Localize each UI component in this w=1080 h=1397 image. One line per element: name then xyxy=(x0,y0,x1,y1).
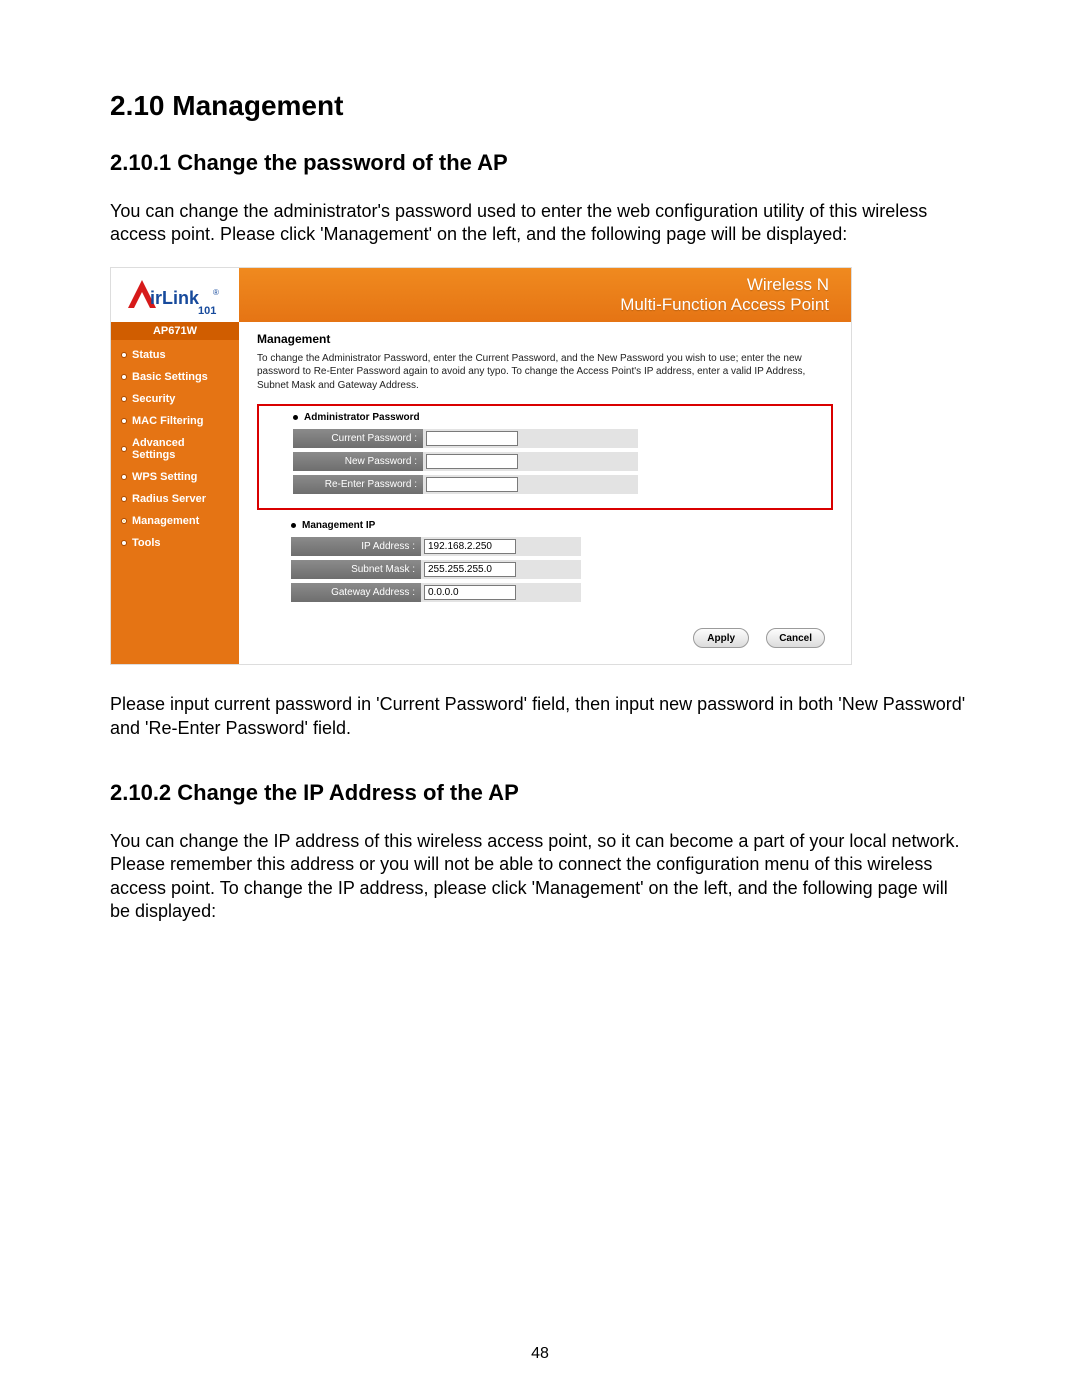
banner-line2: Multi-Function Access Point xyxy=(620,295,829,315)
current-password-label: Current Password : xyxy=(293,429,423,448)
reenter-password-input[interactable] xyxy=(426,477,518,492)
nav-label: Tools xyxy=(132,537,161,549)
sidebar-nav: AP671W Status Basic Settings Security MA… xyxy=(111,322,239,665)
main-panel: Management To change the Administrator P… xyxy=(239,322,851,665)
nav-item-management[interactable]: Management xyxy=(111,510,239,532)
nav-label: Security xyxy=(132,393,175,405)
new-password-input[interactable] xyxy=(426,454,518,469)
management-ip-section: Management IP IP Address : Subnet Mask :… xyxy=(257,520,833,602)
nav-label: Radius Server xyxy=(132,493,206,505)
subsection-heading-1: 2.10.1 Change the password of the AP xyxy=(110,150,970,176)
nav-label: Advanced Settings xyxy=(132,437,231,461)
bullet-icon xyxy=(121,474,127,480)
bullet-icon xyxy=(121,374,127,380)
section-header-ip: Management IP xyxy=(291,520,833,531)
reenter-password-label: Re-Enter Password : xyxy=(293,475,423,494)
current-password-input[interactable] xyxy=(426,431,518,446)
banner: Wireless N Multi-Function Access Point xyxy=(239,268,851,322)
nav-item-tools[interactable]: Tools xyxy=(111,532,239,554)
ip-address-label: IP Address : xyxy=(291,537,421,556)
bullet-icon xyxy=(121,446,127,452)
svg-text:®: ® xyxy=(213,288,219,297)
gateway-address-input[interactable] xyxy=(424,585,516,600)
nav-item-advanced-settings[interactable]: Advanced Settings xyxy=(111,432,239,466)
gateway-address-label: Gateway Address : xyxy=(291,583,421,602)
panel-title: Management xyxy=(257,332,833,346)
nav-item-radius-server[interactable]: Radius Server xyxy=(111,488,239,510)
nav-label: Status xyxy=(132,349,166,361)
bullet-icon xyxy=(121,518,127,524)
bullet-icon xyxy=(121,496,127,502)
nav-item-security[interactable]: Security xyxy=(111,388,239,410)
nav-item-status[interactable]: Status xyxy=(111,344,239,366)
model-label: AP671W xyxy=(111,322,239,340)
nav-label: Management xyxy=(132,515,199,527)
brand-logo: irLink ® 101 xyxy=(111,268,239,322)
new-password-label: New Password : xyxy=(293,452,423,471)
apply-button[interactable]: Apply xyxy=(693,628,749,648)
section-header-password: Administrator Password xyxy=(293,412,831,423)
airlink-logo-icon: irLink ® 101 xyxy=(120,274,230,316)
page-number: 48 xyxy=(0,1345,1080,1363)
router-ui-screenshot: irLink ® 101 Wireless N Multi-Function A… xyxy=(110,267,852,666)
bullet-icon xyxy=(121,540,127,546)
svg-text:101: 101 xyxy=(198,305,216,316)
paragraph-instruction-1: Please input current password in 'Curren… xyxy=(110,693,970,740)
admin-password-section: Administrator Password Current Password … xyxy=(257,404,833,510)
bullet-icon xyxy=(121,352,127,358)
bullet-icon xyxy=(121,418,127,424)
paragraph-intro-2: You can change the IP address of this wi… xyxy=(110,830,970,924)
nav-item-basic-settings[interactable]: Basic Settings xyxy=(111,366,239,388)
ip-address-input[interactable] xyxy=(424,539,516,554)
subnet-mask-label: Subnet Mask : xyxy=(291,560,421,579)
banner-line1: Wireless N xyxy=(747,275,829,295)
subsection-heading-2: 2.10.2 Change the IP Address of the AP xyxy=(110,780,970,806)
nav-item-wps-setting[interactable]: WPS Setting xyxy=(111,466,239,488)
panel-description: To change the Administrator Password, en… xyxy=(257,352,833,393)
subnet-mask-input[interactable] xyxy=(424,562,516,577)
cancel-button[interactable]: Cancel xyxy=(766,628,825,648)
paragraph-intro-1: You can change the administrator's passw… xyxy=(110,200,970,247)
nav-label: WPS Setting xyxy=(132,471,197,483)
nav-item-mac-filtering[interactable]: MAC Filtering xyxy=(111,410,239,432)
nav-label: Basic Settings xyxy=(132,371,208,383)
section-heading: 2.10 Management xyxy=(110,90,970,122)
nav-label: MAC Filtering xyxy=(132,415,204,427)
svg-text:irLink: irLink xyxy=(150,288,200,308)
bullet-icon xyxy=(121,396,127,402)
